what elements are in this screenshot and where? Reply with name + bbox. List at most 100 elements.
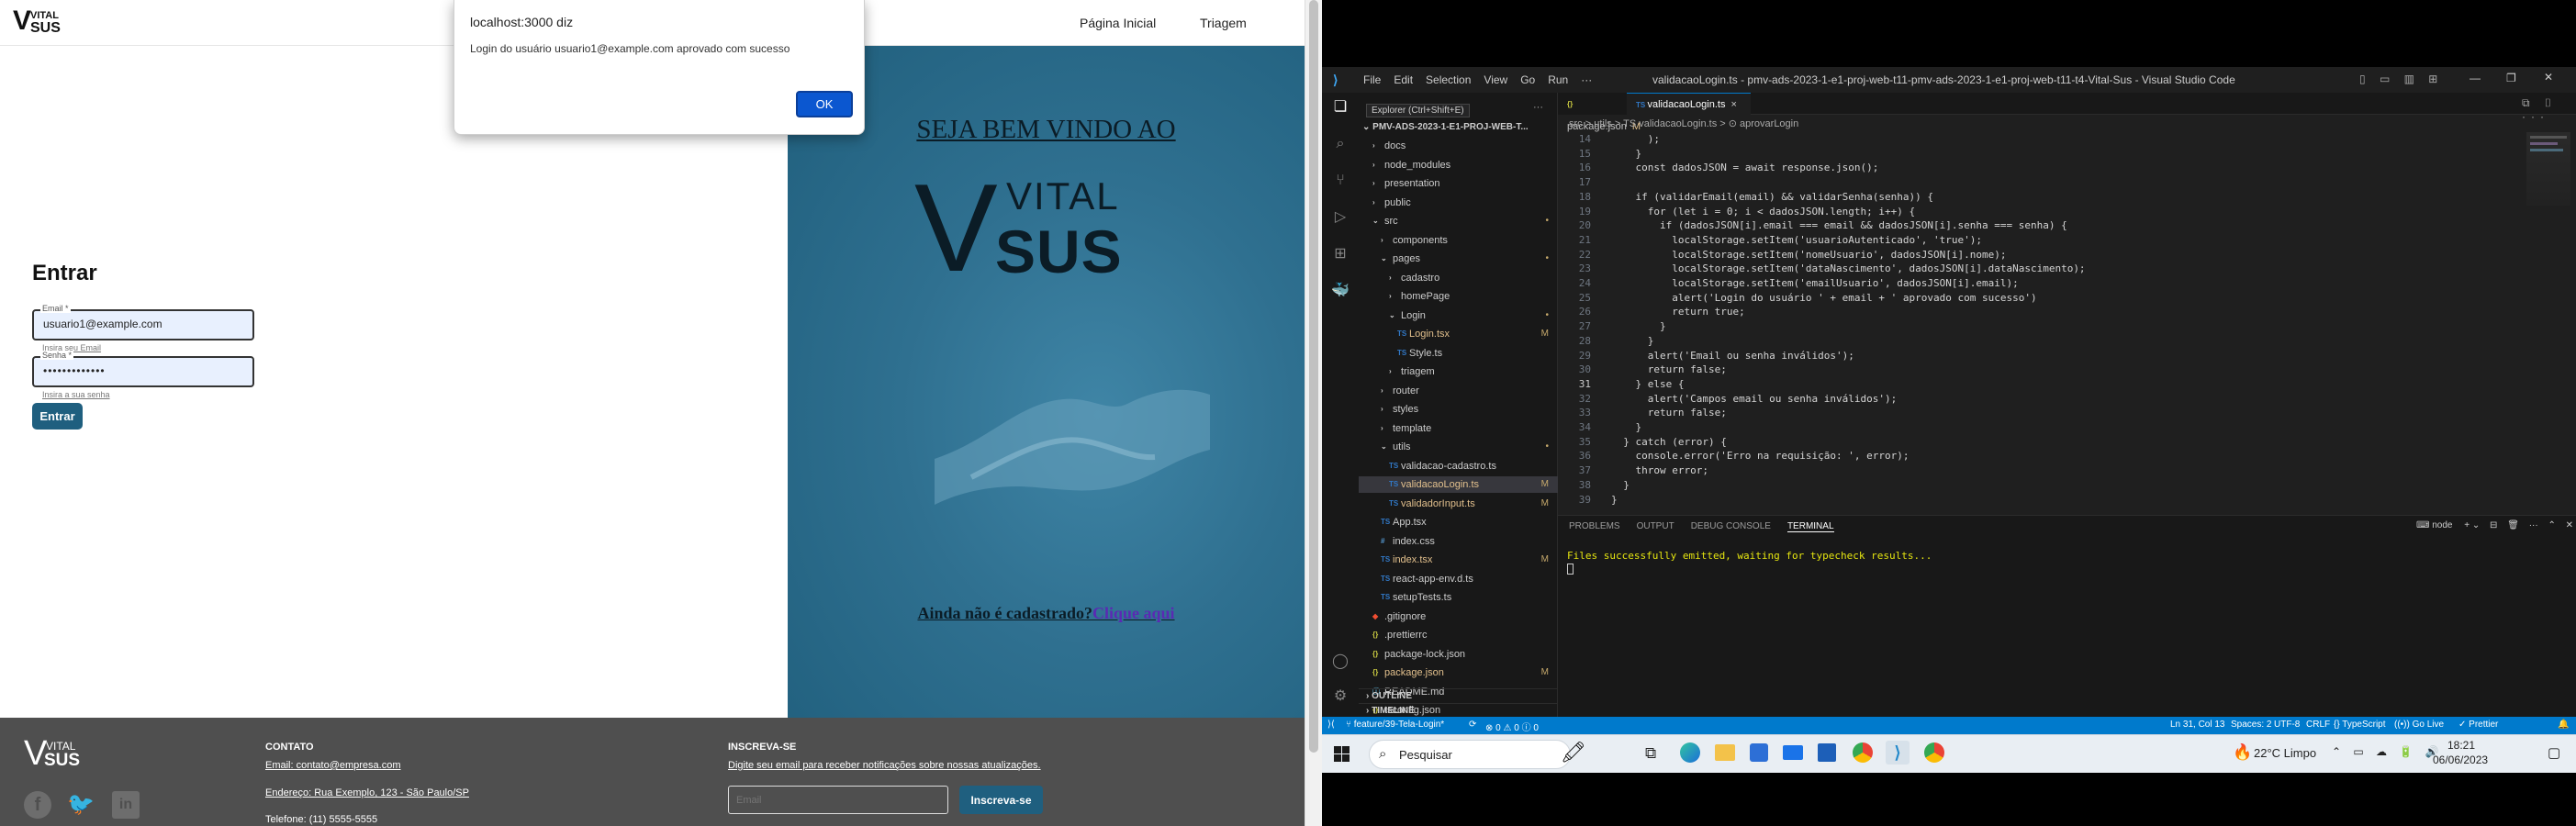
file-tree-item[interactable]: › cadastro — [1359, 270, 1558, 286]
code-line[interactable]: 26 return true; — [1558, 305, 2476, 319]
editor-tab[interactable]: TS validacaoLogin.ts × — [1627, 93, 1751, 115]
task-view-icon[interactable]: ⧉ — [1645, 744, 1656, 763]
calendar-icon[interactable] — [1818, 743, 1836, 762]
account-icon[interactable]: ◯ — [1331, 653, 1350, 671]
file-tree-item[interactable]: › styles — [1359, 401, 1558, 418]
menu-item[interactable]: View — [1484, 73, 1507, 86]
kill-terminal-icon[interactable]: 🗑 — [2507, 520, 2519, 530]
code-line[interactable]: 38 } — [1558, 478, 2476, 493]
prettier-status[interactable]: ✓ Prettier — [2458, 720, 2498, 730]
encoding[interactable]: UTF-8 — [2274, 720, 2300, 730]
file-tree-item[interactable]: {} .prettierrc — [1359, 627, 1558, 643]
dialog-ok-button[interactable]: OK — [796, 91, 853, 117]
close-window-icon[interactable]: ✕ — [2544, 71, 2553, 84]
split-editor-icon[interactable]: ⧉ ▯ ··· — [2522, 96, 2576, 123]
newsletter-subscribe-button[interactable]: Inscreva-se — [959, 786, 1043, 814]
file-tree-item[interactable]: › presentation — [1359, 175, 1558, 192]
code-line[interactable]: 25 alert('Login do usuário ' + email + '… — [1558, 291, 2476, 306]
file-tree-item[interactable]: ⌄ Login • — [1359, 307, 1558, 324]
file-tree-item[interactable]: TS App.tsx — [1359, 514, 1558, 530]
minimap[interactable] — [2526, 132, 2570, 206]
menu-item[interactable]: Run — [1548, 73, 1568, 86]
extensions-icon[interactable]: ⊞ — [1331, 245, 1350, 263]
facebook-icon[interactable]: f — [24, 791, 51, 819]
split-terminal-icon[interactable]: ⊟ — [2490, 520, 2497, 530]
browser-scrollbar[interactable] — [1305, 0, 1322, 826]
file-tree-item[interactable]: ⌄ pages • — [1359, 251, 1558, 267]
menu-item[interactable]: File — [1363, 73, 1381, 86]
sync-icon[interactable]: ⟳ — [1469, 720, 1476, 730]
file-tree-item[interactable]: TS index.tsx M — [1359, 552, 1558, 568]
search-icon[interactable]: ⌕ — [1331, 135, 1350, 153]
code-line[interactable]: 36 console.error('Erro na requisição: ',… — [1558, 449, 2476, 463]
code-line[interactable]: 32 alert('Campos email ou senha inválido… — [1558, 392, 2476, 407]
file-tree-item[interactable]: ◆ .gitignore — [1359, 608, 1558, 625]
code-lines[interactable]: 14 ); 15 } 16 const dadosJSON = await resp… — [1558, 132, 2476, 508]
code-line[interactable]: 27 } — [1558, 319, 2476, 334]
panel-tab[interactable]: TERMINAL — [1786, 521, 1834, 532]
new-terminal-icon[interactable]: + ⌄ — [2464, 520, 2480, 530]
indentation[interactable]: Spaces: 2 — [2231, 720, 2271, 730]
code-line[interactable]: 39} — [1558, 493, 2476, 508]
menu-item[interactable]: ··· — [1581, 73, 1592, 86]
menu-item[interactable]: Edit — [1394, 73, 1413, 86]
taskbar-search[interactable]: ⌕ Pesquisar — [1369, 740, 1571, 769]
close-panel-icon[interactable]: ✕ — [2566, 520, 2573, 530]
notification-center-icon[interactable]: ▢ — [2548, 744, 2560, 761]
minimize-icon[interactable]: — — [2470, 72, 2481, 84]
code-line[interactable]: 30 return false; — [1558, 363, 2476, 377]
more-actions-icon[interactable]: ··· — [1533, 102, 1543, 113]
file-tree-item[interactable]: # index.css — [1359, 533, 1558, 550]
nav-link-triage[interactable]: Triagem — [1200, 16, 1247, 30]
twitter-icon[interactable]: 🐦 — [67, 793, 96, 817]
file-tree-item[interactable]: TS react-app-env.d.ts — [1359, 571, 1558, 587]
more-panel-actions-icon[interactable]: ··· — [2529, 520, 2538, 530]
explorer-icon[interactable]: ❏ — [1331, 98, 1350, 117]
docker-icon[interactable]: 🐳 — [1331, 282, 1350, 300]
code-line[interactable]: 23 localStorage.setItem('dataNascimento'… — [1558, 262, 2476, 276]
remote-icon[interactable]: ⟩⟨ — [1327, 720, 1335, 730]
code-line[interactable]: 19 for (let i = 0; i < dadosJSON.length;… — [1558, 205, 2476, 219]
code-line[interactable]: 31 } else { — [1558, 377, 2476, 392]
chrome-profile-icon[interactable] — [1924, 742, 1944, 763]
file-tree-item[interactable]: ⌄ utils • — [1359, 439, 1558, 455]
clock-time[interactable]: 18:21 — [2447, 739, 2475, 752]
code-line[interactable]: 29 alert('Email ou senha inválidos'); — [1558, 349, 2476, 363]
store-icon[interactable] — [1750, 743, 1768, 762]
file-tree-item[interactable]: {} package-lock.json — [1359, 646, 1558, 663]
login-submit-button[interactable]: Entrar — [32, 403, 83, 430]
code-line[interactable]: 22 localStorage.setItem('nomeUsuario', d… — [1558, 248, 2476, 262]
settings-gear-icon[interactable]: ⚙ — [1331, 687, 1350, 706]
code-line[interactable]: 35 } catch (error) { — [1558, 435, 2476, 450]
edge-icon[interactable] — [1680, 742, 1700, 763]
panel-tab[interactable]: OUTPUT — [1637, 521, 1674, 532]
editor-breadcrumb[interactable]: src > utils > TS validacaoLogin.ts > ⊙ a… — [1569, 117, 1798, 129]
file-tree-item[interactable]: TS Style.ts — [1359, 345, 1558, 362]
code-line[interactable]: 16 const dadosJSON = await response.json… — [1558, 161, 2476, 175]
file-tree-item[interactable]: › template — [1359, 420, 1558, 437]
language-mode[interactable]: {} TypeScript — [2334, 720, 2386, 730]
file-tree-item[interactable]: TS Login.tsx M — [1359, 326, 1558, 342]
newsletter-email-input[interactable] — [728, 786, 948, 814]
code-line[interactable]: 15 } — [1558, 147, 2476, 162]
password-field[interactable]: ••••••••••••• — [32, 356, 254, 387]
menu-item[interactable]: Selection — [1426, 73, 1471, 86]
timeline-section[interactable]: › TIMELINE — [1359, 703, 1558, 717]
panel-tab[interactable]: PROBLEMS — [1569, 521, 1620, 532]
file-tree-item[interactable]: ⌄ src • — [1359, 213, 1558, 229]
file-tree-item[interactable]: TS validacao-cadastro.ts — [1359, 458, 1558, 474]
file-tree-item[interactable]: › node_modules — [1359, 157, 1558, 173]
file-tree-item[interactable]: › homePage — [1359, 288, 1558, 305]
maximize-icon[interactable]: ❐ — [2506, 72, 2516, 84]
code-line[interactable]: 28 } — [1558, 334, 2476, 349]
footer-contact-email[interactable]: Email: contato@empresa.com — [265, 760, 401, 771]
source-control-icon[interactable]: ⑂ — [1331, 172, 1350, 190]
email-field[interactable]: usuario1@example.com — [32, 309, 254, 340]
close-tab-icon[interactable]: × — [1730, 99, 1736, 110]
weather-icon[interactable]: 🔥 — [2233, 743, 2252, 762]
file-tree-item[interactable]: › components — [1359, 232, 1558, 249]
menu-item[interactable]: Go — [1520, 73, 1535, 86]
code-line[interactable]: 37 throw error; — [1558, 463, 2476, 478]
vscode-taskbar-icon[interactable]: ⟩ — [1886, 741, 1910, 765]
nav-link-home[interactable]: Página Inicial — [1080, 16, 1156, 30]
